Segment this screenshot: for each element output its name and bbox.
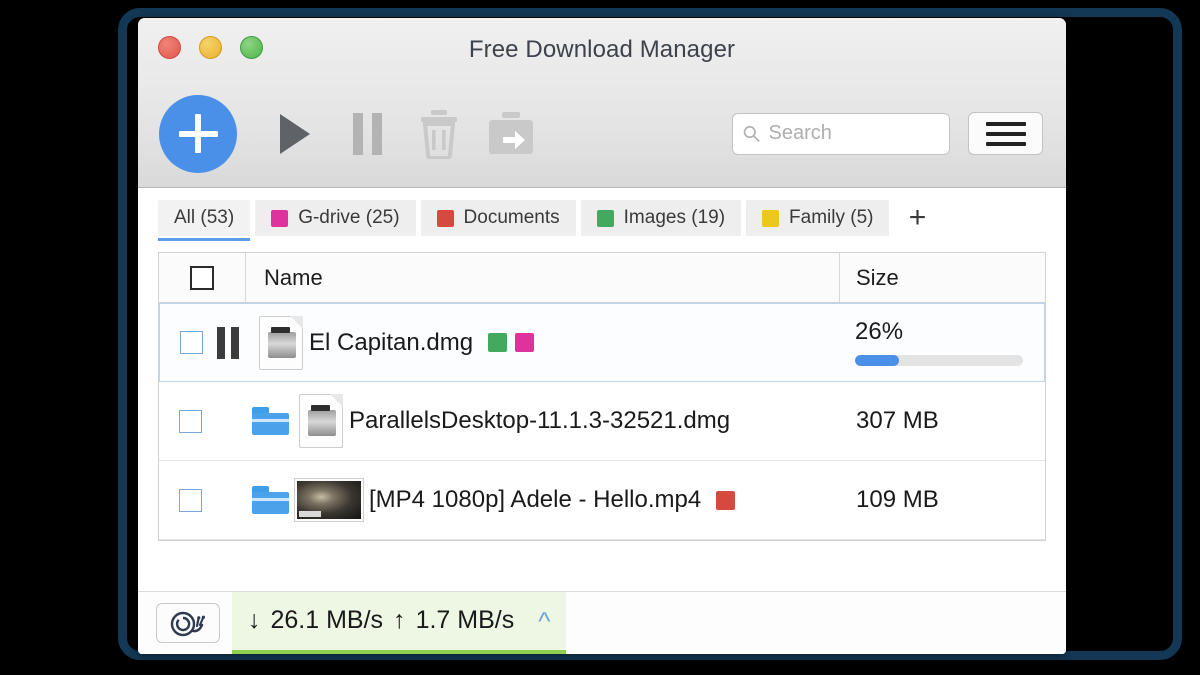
file-name-label: ParallelsDesktop-11.1.3-32521.dmg bbox=[349, 407, 731, 434]
column-header-size[interactable]: Size bbox=[840, 253, 1045, 302]
row-select-cell bbox=[160, 326, 247, 359]
download-arrow-icon: ↓ bbox=[248, 606, 261, 634]
pause-button[interactable] bbox=[331, 104, 403, 164]
filter-tab[interactable]: Images (19) bbox=[580, 200, 742, 236]
open-folder-icon[interactable] bbox=[252, 486, 289, 514]
progress-bar-fill bbox=[855, 354, 899, 366]
tag-swatch bbox=[716, 490, 736, 510]
row-name-cell: [MP4 1080p] Adele - Hello.mp4 bbox=[246, 479, 840, 521]
tab-color-swatch bbox=[762, 209, 780, 227]
speed-panel[interactable]: ↓ 26.1 MB/s ↑ 1.7 MB/s ^ bbox=[232, 591, 567, 654]
download-speed-label: 26.1 MB/s bbox=[270, 606, 384, 634]
start-button[interactable] bbox=[259, 104, 331, 164]
filter-tab-label: All (53) bbox=[174, 207, 235, 228]
plus-icon bbox=[178, 114, 218, 153]
filter-tab-label: G-drive (25) bbox=[298, 207, 400, 228]
toolbar-right-group bbox=[732, 112, 1043, 155]
add-tab-button[interactable]: + bbox=[900, 201, 934, 235]
table-row[interactable]: ParallelsDesktop-11.1.3-32521.dmg 307 MB bbox=[159, 382, 1045, 461]
dmg-file-icon bbox=[259, 315, 303, 370]
move-to-folder-button[interactable] bbox=[475, 104, 547, 164]
row-size-cell: 26% bbox=[839, 317, 1044, 366]
row-tags bbox=[488, 333, 535, 352]
pause-icon bbox=[352, 112, 382, 155]
row-checkbox[interactable] bbox=[179, 409, 202, 433]
row-checkbox[interactable] bbox=[180, 331, 203, 354]
row-tags bbox=[716, 490, 736, 510]
filter-tab-label: Family (5) bbox=[789, 207, 874, 228]
move-to-folder-icon bbox=[489, 111, 533, 154]
file-name-label: [MP4 1080p] Adele - Hello.mp4 bbox=[369, 486, 702, 513]
filter-tab[interactable]: G-drive (25) bbox=[255, 200, 416, 236]
filter-tab-label: Images (19) bbox=[623, 207, 726, 228]
row-select-cell bbox=[159, 409, 246, 433]
tag-swatch bbox=[515, 333, 535, 352]
table-row[interactable]: [MP4 1080p] Adele - Hello.mp4 109 MB bbox=[159, 461, 1045, 540]
progress-percent-label: 26% bbox=[855, 317, 904, 345]
row-name-cell: El Capitan.dmg bbox=[247, 315, 839, 370]
video-thumbnail bbox=[295, 479, 363, 521]
file-name-label: El Capitan.dmg bbox=[309, 328, 474, 356]
app-window: Free Download Manager Search All (53) G-… bbox=[138, 18, 1066, 654]
filter-tab[interactable]: Documents bbox=[420, 200, 576, 236]
file-size-label: 109 MB bbox=[856, 486, 939, 513]
play-icon bbox=[280, 113, 310, 154]
search-input[interactable] bbox=[768, 122, 939, 145]
row-select-cell bbox=[159, 488, 246, 512]
chevron-up-icon[interactable]: ^ bbox=[538, 608, 550, 634]
open-folder-icon[interactable] bbox=[252, 407, 289, 435]
upload-speed-label: 1.7 MB/s bbox=[415, 606, 515, 634]
progress-bar bbox=[855, 354, 1023, 366]
search-icon bbox=[743, 125, 760, 142]
downloads-table: Name Size El Capitan.dmg 26% ParallelsDesk… bbox=[158, 252, 1046, 541]
row-checkbox[interactable] bbox=[179, 488, 202, 512]
filter-tabbar: All (53) G-drive (25) Documents Images (19)… bbox=[138, 188, 1066, 246]
trash-icon bbox=[421, 109, 457, 159]
tab-color-swatch bbox=[436, 209, 454, 227]
add-download-button[interactable] bbox=[159, 94, 237, 173]
table-body: El Capitan.dmg 26% ParallelsDesktop-11.1.3… bbox=[159, 303, 1045, 540]
hamburger-icon-line bbox=[985, 141, 1026, 146]
select-all-checkbox[interactable] bbox=[190, 265, 214, 290]
snail-icon bbox=[170, 611, 205, 637]
filter-tab-label: Documents bbox=[463, 207, 560, 228]
hamburger-icon-line bbox=[985, 121, 1026, 126]
tab-color-swatch bbox=[271, 209, 289, 227]
file-size-label: 307 MB bbox=[856, 407, 939, 434]
filter-tab[interactable]: Family (5) bbox=[746, 200, 890, 236]
window-title: Free Download Manager bbox=[468, 36, 736, 63]
table-header-row: Name Size bbox=[159, 253, 1045, 303]
statusbar: ↓ 26.1 MB/s ↑ 1.7 MB/s ^ bbox=[138, 591, 1066, 654]
row-size-cell: 307 MB bbox=[840, 407, 1045, 435]
dmg-file-icon bbox=[299, 394, 343, 448]
row-name-cell: ParallelsDesktop-11.1.3-32521.dmg bbox=[246, 394, 840, 448]
speed-limiter-button[interactable] bbox=[156, 603, 220, 643]
filter-tab[interactable]: All (53) bbox=[158, 200, 251, 241]
table-row[interactable]: El Capitan.dmg 26% bbox=[159, 303, 1045, 382]
hamburger-icon-line bbox=[985, 131, 1026, 136]
row-pause-icon[interactable] bbox=[217, 326, 239, 359]
titlebar: Free Download Manager bbox=[138, 18, 1066, 80]
delete-button[interactable] bbox=[403, 104, 475, 164]
main-menu-button[interactable] bbox=[968, 112, 1043, 155]
column-header-name[interactable]: Name bbox=[246, 253, 840, 302]
tag-swatch bbox=[488, 333, 508, 352]
row-size-cell: 109 MB bbox=[840, 486, 1045, 514]
toolbar bbox=[138, 80, 1066, 188]
upload-arrow-icon: ↑ bbox=[393, 606, 406, 634]
search-box[interactable] bbox=[732, 112, 950, 155]
select-all-cell[interactable] bbox=[159, 253, 246, 302]
tab-color-swatch bbox=[596, 209, 614, 227]
